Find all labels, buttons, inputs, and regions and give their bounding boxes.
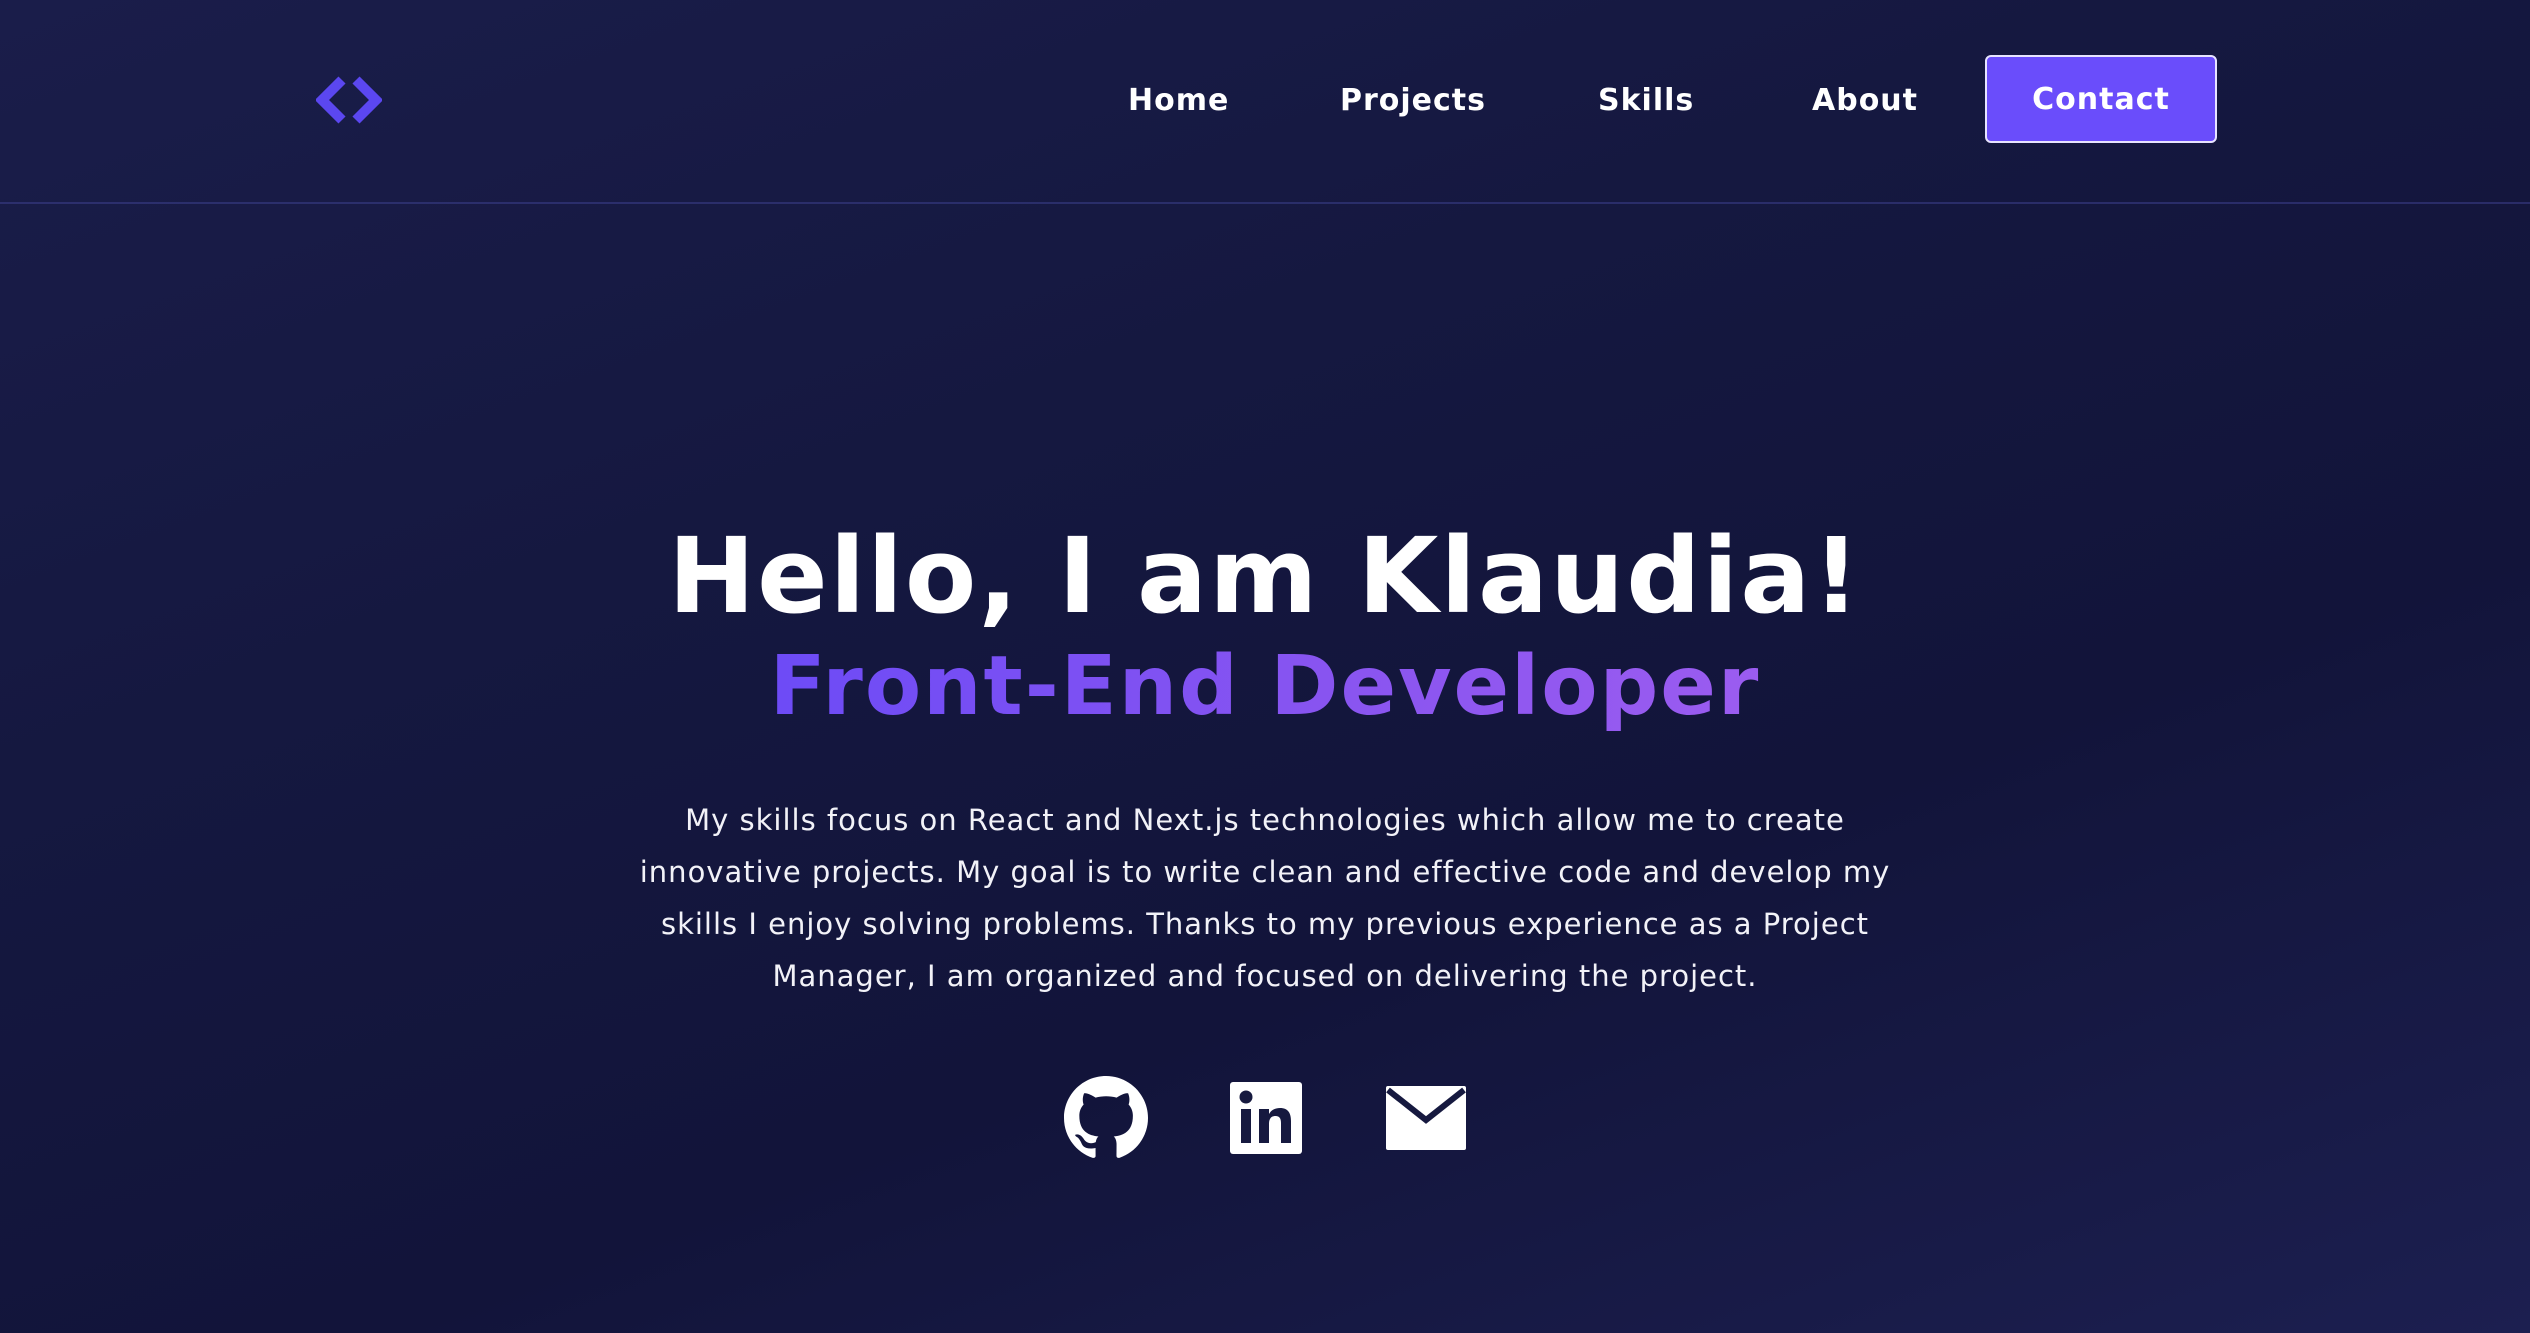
social-links <box>0 1076 2530 1160</box>
nav-projects-link[interactable]: Projects <box>1330 83 1496 118</box>
linkedin-icon[interactable] <box>1224 1076 1308 1160</box>
hero-description: My skills focus on React and Next.js tec… <box>639 803 1891 993</box>
nav-skills-link[interactable]: Skills <box>1588 83 1704 118</box>
portfolio-page: Home Projects Skills About Contact Hello… <box>0 0 2530 1333</box>
hero-subtitle: Front-End Developer <box>0 632 2530 742</box>
navbar: Home Projects Skills About Contact <box>0 0 2530 204</box>
nav-about-link[interactable]: About <box>1802 83 1928 118</box>
github-icon[interactable] <box>1064 1076 1148 1160</box>
mail-icon[interactable] <box>1384 1076 1468 1160</box>
nav-home-link[interactable]: Home <box>1118 83 1239 118</box>
hero-subtitle-text: Front-End Developer <box>769 639 1761 734</box>
contact-button[interactable]: Contact <box>1985 55 2217 143</box>
hero-title: Hello, I am Klaudia! <box>668 515 1862 637</box>
code-brackets-icon[interactable] <box>314 76 384 124</box>
